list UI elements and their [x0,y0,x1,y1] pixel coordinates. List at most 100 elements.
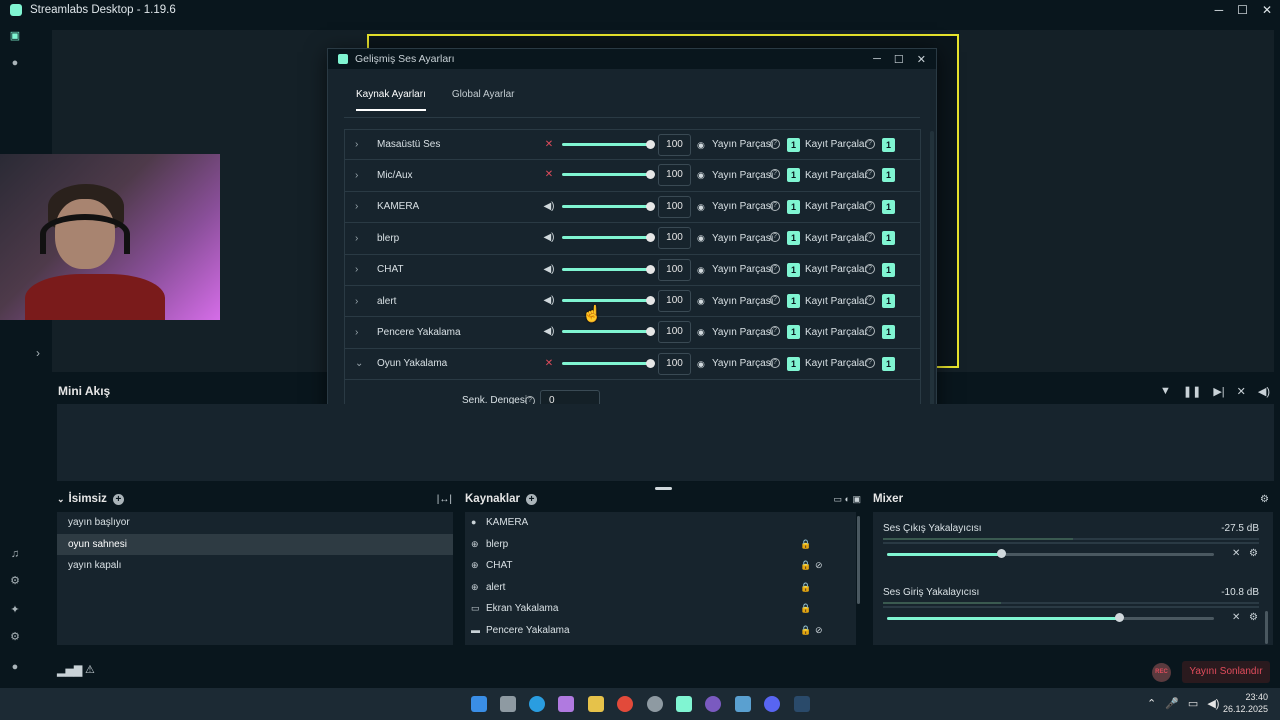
eye-off-icon[interactable]: ⊘ [815,620,823,642]
stream-track-badge[interactable]: 1 [787,325,800,340]
volume-slider[interactable] [562,140,655,149]
help-icon[interactable]: ? [770,357,780,368]
lock-icon[interactable]: 🔒 [800,555,811,577]
volume-input[interactable]: 100 [658,321,691,344]
help-icon[interactable]: ? [865,139,875,149]
edge-icon[interactable] [529,696,545,712]
pause-icon[interactable]: ❚❚ [1183,385,1201,398]
audio-source-row[interactable]: › Pencere Yakalama ◀) 100 ◉ Yayın Parças… [344,317,921,349]
tool-app-icon[interactable] [735,696,751,712]
help-icon[interactable]: ? [770,326,780,337]
speaker-icon[interactable]: ◀) [543,295,555,307]
help-icon[interactable]: ? [770,294,780,305]
help-icon[interactable]: ? [770,200,780,211]
volume-slider[interactable] [562,295,655,305]
record-track-badge[interactable]: 1 [882,356,895,371]
audio-source-row[interactable]: › KAMERA ◀) 100 ◉ Yayın Parçası ? 1 Kayı… [344,191,921,224]
volume-input[interactable]: 100 [658,134,691,156]
volume-input[interactable]: 100 [658,289,691,312]
volume-slider[interactable] [562,233,655,243]
audio-source-row[interactable]: › Mic/Aux ✕ 100 ◉ Yayın Parçası ? 1 Kayı… [344,160,921,192]
record-button[interactable]: REC [1152,663,1171,682]
add-scene-button[interactable]: + [112,493,124,505]
muted-speaker-icon[interactable]: ✕ [543,169,555,181]
source-item[interactable]: ▬ Pencere Yakalama 🔒 ⊘ [465,620,856,642]
chevron-right-icon[interactable]: › [36,346,40,360]
add-source-button[interactable]: + [525,493,537,505]
minimize-button[interactable]: ─ [1215,3,1224,17]
speaker-icon[interactable]: ◀) [543,201,555,213]
scene-item[interactable]: oyun sahnesi [57,533,453,555]
audio-source-row[interactable]: › alert ◀) 100 ◉ Yayın Parçası ? 1 Kayıt… [344,285,921,318]
add-folder-icon[interactable]: ▣ [852,494,861,504]
speaker-icon[interactable]: ◀) [543,264,555,276]
volume-slider[interactable] [562,327,655,337]
help-icon[interactable]: ? [770,169,780,180]
stream-track-badge[interactable]: 1 [787,168,800,183]
help-icon[interactable]: ? [770,232,780,243]
audio-source-row[interactable]: › CHAT ◀) 100 ◉ Yayın Parçası ? 1 Kayıt … [344,254,921,286]
scene-collection-title[interactable]: İsimsiz [69,493,107,505]
game-app-icon[interactable] [705,696,721,712]
close-button[interactable]: ✕ [1262,3,1272,17]
steam-icon[interactable] [794,696,810,712]
help-icon[interactable]: ? [865,169,875,180]
chevron-right-icon[interactable]: › [355,201,358,212]
maximize-button[interactable]: ☐ [1237,3,1248,17]
stream-track-badge[interactable]: 1 [787,293,800,308]
gear-icon[interactable]: ⚙ [1249,548,1258,559]
muted-speaker-icon[interactable]: ✕ [543,358,555,370]
volume-input[interactable]: 100 [658,227,691,250]
source-item[interactable]: ⊕ alert 🔒 [465,577,856,599]
end-stream-button[interactable]: Yayını Sonlandır [1182,661,1270,683]
dialog-maximize-button[interactable]: ☐ [894,53,904,66]
record-track-badge[interactable]: 1 [882,138,895,152]
microphone-icon[interactable]: 🎤 [1165,697,1179,710]
tab-global-settings[interactable]: Global Ayarlar [452,89,515,111]
skip-icon[interactable]: ▶| [1213,385,1224,398]
audio-source-row[interactable]: ⌄ Oyun Yakalama ✕ 100 ◉ Yayın Parçası ? … [344,348,921,381]
mixer-settings-icon[interactable]: ⚙ [1260,494,1269,505]
audio-icon[interactable]: ◐ [845,494,850,504]
lock-icon[interactable]: 🔒 [800,577,811,599]
mixer-scrollbar[interactable] [1265,611,1268,644]
help-icon[interactable]: ? [865,200,875,211]
display-icon[interactable]: ▭ [1188,697,1198,710]
record-track-badge[interactable]: 1 [882,231,895,246]
chevron-up-icon[interactable]: ⌃ [1147,697,1156,710]
mute-icon[interactable]: ✕ [1232,612,1240,623]
record-track-badge[interactable]: 1 [882,293,895,308]
lock-icon[interactable]: 🔒 [800,620,811,642]
stream-track-badge[interactable]: 1 [787,356,800,371]
help-icon[interactable]: ? [770,263,780,274]
chrome-icon[interactable] [617,696,633,712]
mute-alerts-icon[interactable]: ✕ [1237,385,1246,398]
sources-scrollbar[interactable] [857,516,860,604]
mixer-volume-slider[interactable] [887,613,1214,622]
help-icon[interactable]: ? [865,232,875,243]
settings-app-icon[interactable] [647,696,663,712]
file-explorer-icon[interactable] [588,696,604,712]
chevron-right-icon[interactable]: › [355,264,358,275]
dialog-minimize-button[interactable]: ─ [873,53,881,65]
system-clock[interactable]: 23:40 26.12.2025 [1223,691,1268,715]
stream-track-badge[interactable]: 1 [787,199,800,214]
speaker-icon[interactable]: ◀) [543,232,555,244]
folder-icon[interactable]: ▭ [834,494,843,504]
source-item[interactable]: ⊕ blerp 🔒 [465,534,856,556]
volume-input[interactable]: 100 [658,195,691,218]
task-view-icon[interactable] [500,696,516,712]
chevron-down-icon[interactable]: ⌄ [57,494,65,505]
help-icon[interactable]: ? [865,263,875,274]
volume-input[interactable]: 100 [658,352,691,375]
volume-slider[interactable] [562,358,655,368]
collapse-icon[interactable]: |↔| [437,494,452,505]
chevron-right-icon[interactable]: › [355,233,358,244]
chevron-down-icon[interactable]: ⌄ [355,358,363,369]
help-icon[interactable]: ? [770,139,780,149]
volume-slider[interactable] [562,170,655,180]
alert-icon[interactable]: ⚠ [85,663,95,676]
copilot-icon[interactable] [558,696,574,712]
volume-input[interactable]: 100 [658,258,691,281]
record-track-badge[interactable]: 1 [882,325,895,340]
